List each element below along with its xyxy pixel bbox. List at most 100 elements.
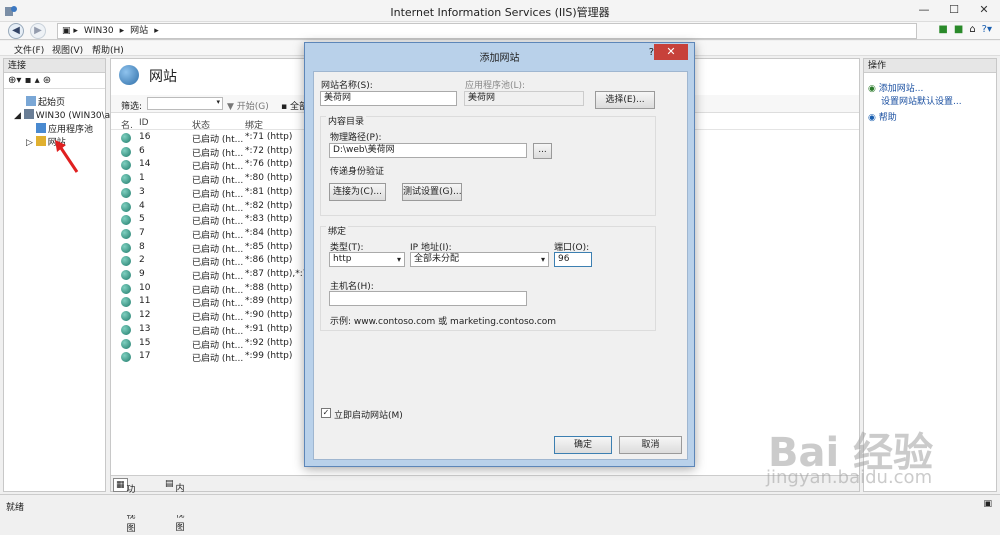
cancel-button[interactable]: 取消 [619,436,682,454]
type-select[interactable]: http ▾ [329,252,405,267]
host-name-input[interactable] [329,291,527,306]
site-binding: *:88 (http) [245,282,293,293]
site-id: 14 [139,159,151,170]
passthrough-auth-label: 传递身份验证 [330,167,385,177]
site-globe-icon [121,160,131,171]
breadcrumb-separator: ▸ [154,26,159,36]
site-status: 已启动 (ht... [192,135,244,145]
browse-button[interactable]: ... [533,143,552,159]
test-settings-button[interactable]: 测试设置(G)... [402,183,462,201]
site-id: 7 [139,227,145,238]
site-status: 已启动 (ht... [192,258,244,269]
connect-icon[interactable]: ⊕▾ [8,75,21,86]
status-bar: 就绪 ▣ [0,494,1000,515]
site-binding: *:89 (http) [245,296,293,307]
site-binding: *:81 (http) [245,186,293,197]
select-pool-button[interactable]: 选择(E)... [595,91,655,109]
title-bar: Internet Information Services (IIS)管理器 —… [0,0,1000,22]
menu-view[interactable]: 视图(V) [52,43,83,56]
site-binding: *:99 (http) [245,351,293,362]
start-now-label[interactable]: 立即启动网站(M) [334,408,403,421]
site-binding: *:82 (http) [245,200,293,211]
site-status: 已启动 (ht... [192,340,244,351]
site-name-input[interactable]: 美荷网 [320,91,457,106]
port-input[interactable]: 96 [554,252,592,267]
tree-server[interactable]: ◢ WIN30 (WIN30\ad [14,109,116,121]
site-status: 已启动 (ht... [192,313,244,324]
site-globe-icon [121,256,131,267]
save-icon[interactable]: ▪ [25,75,32,86]
help-action[interactable]: ◉ 帮助 [868,110,897,123]
maximize-button[interactable]: ☐ [940,0,968,20]
add-site-icon: ◉ [868,84,876,94]
server-icon [23,109,34,119]
start-now-checkbox[interactable]: ✓ [321,408,331,418]
site-binding: *:71 (http) [245,132,293,142]
col-status[interactable]: 状态 [192,118,210,131]
site-id: 17 [139,351,151,362]
col-name[interactable]: 名. [121,118,133,131]
site-globe-icon [121,146,131,157]
site-id: 4 [139,200,145,211]
ip-address-select[interactable]: 全部未分配 ▾ [410,252,549,267]
app-pool-icon [36,123,46,133]
menu-file[interactable]: 文件(F) [14,43,44,56]
physical-path-input[interactable]: D:\web\美荷网 [329,143,527,158]
site-id: 1 [139,173,145,184]
site-status: 已启动 (ht... [192,354,244,365]
collapse-icon[interactable]: ◢ [14,111,21,121]
back-button[interactable]: ◀ [8,23,24,39]
chevron-down-icon: ▾ [216,98,220,106]
site-status: 已启动 (ht... [192,244,244,255]
breadcrumb-sites[interactable]: 网站 [130,26,148,36]
site-globe-icon [121,283,131,294]
col-binding[interactable]: 绑定 [245,118,263,131]
connect-server-icon[interactable]: ⊛ [43,75,51,86]
tree-start-page[interactable]: 起始页 [26,95,65,108]
site-id: 5 [139,214,145,225]
page-title: 网站 [119,65,177,86]
connect-as-button[interactable]: 连接为(C)... [329,183,386,201]
site-status: 已启动 (ht... [192,326,244,337]
dialog-close-button[interactable]: ✕ [654,44,688,60]
actions-header: 操作 [864,59,996,73]
col-id[interactable]: ID [139,118,149,128]
expand-icon[interactable]: ▷ [26,138,33,148]
breadcrumb-server[interactable]: WIN30 [84,26,114,36]
home-button-icon[interactable]: ⌂ [969,24,975,35]
site-status: 已启动 (ht... [192,272,244,282]
site-status: 已启动 (ht... [192,162,244,173]
filter-start-button[interactable]: ▼ 开始(G) [227,99,269,112]
up-icon[interactable]: ▴ [35,75,40,86]
site-binding: *:86 (http) [245,255,293,266]
menu-help[interactable]: 帮助(H) [92,43,124,56]
ok-button[interactable]: 确定 [554,436,612,454]
tab-content-view[interactable]: ▤ 内容视图 [163,478,185,533]
physical-path-label: 物理路径(P): [330,133,382,143]
add-site-action[interactable]: ◉ 添加网站... [868,81,923,94]
site-status: 已启动 (ht... [192,148,244,159]
close-button[interactable]: ✕ [970,0,998,20]
breadcrumb[interactable]: ▣ ▸ WIN30 ▸ 网站 ▸ [57,23,917,39]
filter-input[interactable]: ▾ [147,97,223,110]
site-globe-icon [121,215,131,226]
chevron-down-icon: ▾ [540,255,545,264]
site-binding: *:90 (http) [245,310,293,321]
site-id: 12 [139,310,151,321]
forward-button[interactable]: ▶ [30,23,46,39]
site-globe-icon [121,270,131,280]
tree-app-pools[interactable]: 应用程序池 [36,122,93,135]
refresh-icon[interactable]: ■ [938,24,947,35]
site-status: 已启动 (ht... [192,230,244,241]
home-icon: ▣ ▸ [62,26,78,36]
stop-icon[interactable]: ■ [954,24,963,35]
set-defaults-action[interactable]: 设置网站默认设置... [881,94,962,107]
help-icon[interactable]: ?▾ [982,24,992,35]
tab-features-view[interactable]: ▦ 功能视图 [113,478,136,534]
site-globe-icon [121,338,131,349]
address-bar: ◀ ▶ ▣ ▸ WIN30 ▸ 网站 ▸ ■ ■ ⌂ ?▾ [0,22,1000,40]
site-id: 10 [139,282,151,293]
minimize-button[interactable]: — [910,0,938,20]
start-page-icon [26,96,36,106]
add-website-dialog: 添加网站 ? ✕ 网站名称(S): 美荷网 应用程序池(L): 美荷网 选择(E… [304,42,695,467]
